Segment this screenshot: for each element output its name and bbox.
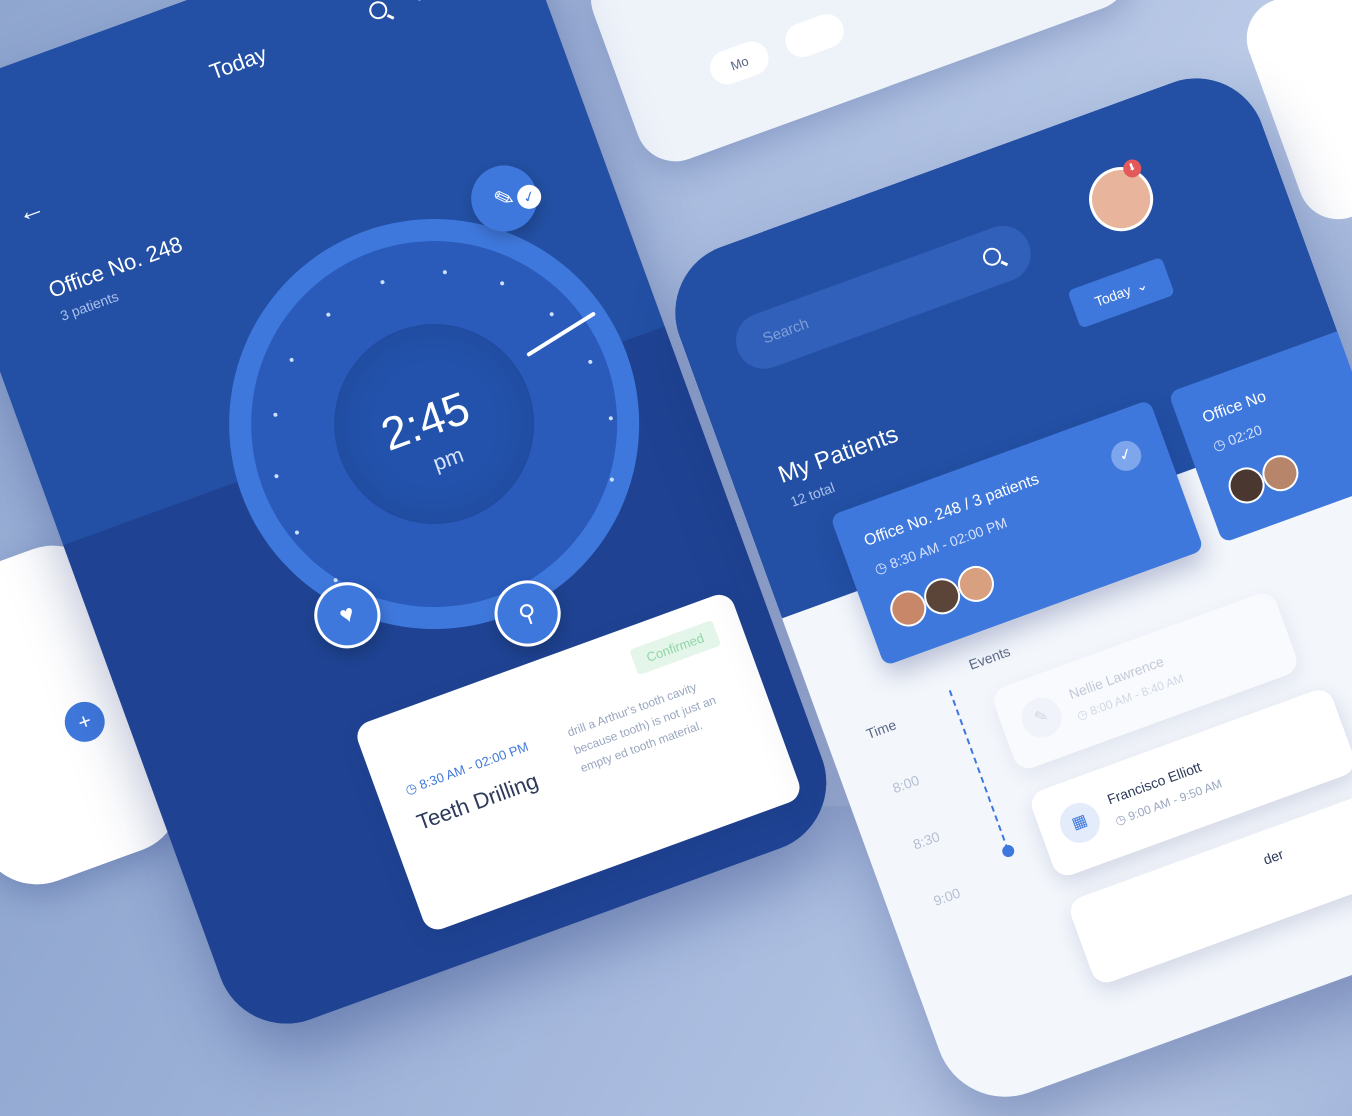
implant-icon: ⚲ (514, 597, 541, 630)
search-button[interactable] (980, 245, 1004, 269)
clock-icon: ◷ (1113, 811, 1128, 829)
time-slot: 8:30 (910, 828, 942, 853)
add-button[interactable]: + (59, 696, 111, 748)
clock-icon: ◷ (403, 779, 419, 798)
time-slot: 8:00 (890, 771, 922, 797)
chevron-down-icon: ⌄ (1133, 275, 1150, 295)
search-button[interactable] (366, 0, 390, 22)
arrow-left-icon: ← (12, 190, 49, 230)
syringe-icon: ✎ (1015, 691, 1068, 744)
tooth-icon: ♥ (335, 599, 359, 630)
time-slot: 9:00 (931, 884, 963, 909)
clock-icon: ◷ (872, 557, 890, 578)
day-chip-mo[interactable]: Mo (705, 36, 774, 90)
page-title: Today (206, 41, 271, 85)
calendar-icon: ▦ (1054, 797, 1106, 849)
time-header: Time (864, 716, 899, 742)
appointment-phone: Today ← Office No. 248 3 patients 2:45 p… (0, 0, 846, 1044)
status-badge: Confirmed (629, 619, 722, 676)
office-card-2-time-text: 02:20 (1225, 421, 1265, 449)
menu-icon[interactable] (412, 0, 439, 4)
procedure-description: drill a Arthur's tooth cavity because to… (565, 679, 718, 776)
scene: Mo + Today ← Office No. 248 3 patients 2… (0, 0, 1352, 1116)
search-icon (980, 245, 1004, 269)
check-icon: ✓ (1106, 436, 1146, 476)
events-header: Events (966, 642, 1013, 673)
date-filter-label: Today (1092, 281, 1134, 310)
clock-icon: ◷ (1210, 434, 1228, 455)
event-name: der (1261, 845, 1286, 868)
search-icon (366, 0, 390, 22)
day-chip[interactable] (780, 9, 849, 62)
day-label: Mo (728, 52, 751, 74)
timeline-marker (1000, 843, 1016, 859)
search-placeholder: Search (760, 315, 812, 348)
back-button[interactable]: ← (12, 190, 49, 230)
syringe-icon: ✎ (490, 182, 519, 215)
clock-icon: ◷ (1074, 706, 1090, 723)
office-card-2-time: ◷ 02:20 (1211, 422, 1265, 455)
plus-icon: + (74, 707, 95, 736)
